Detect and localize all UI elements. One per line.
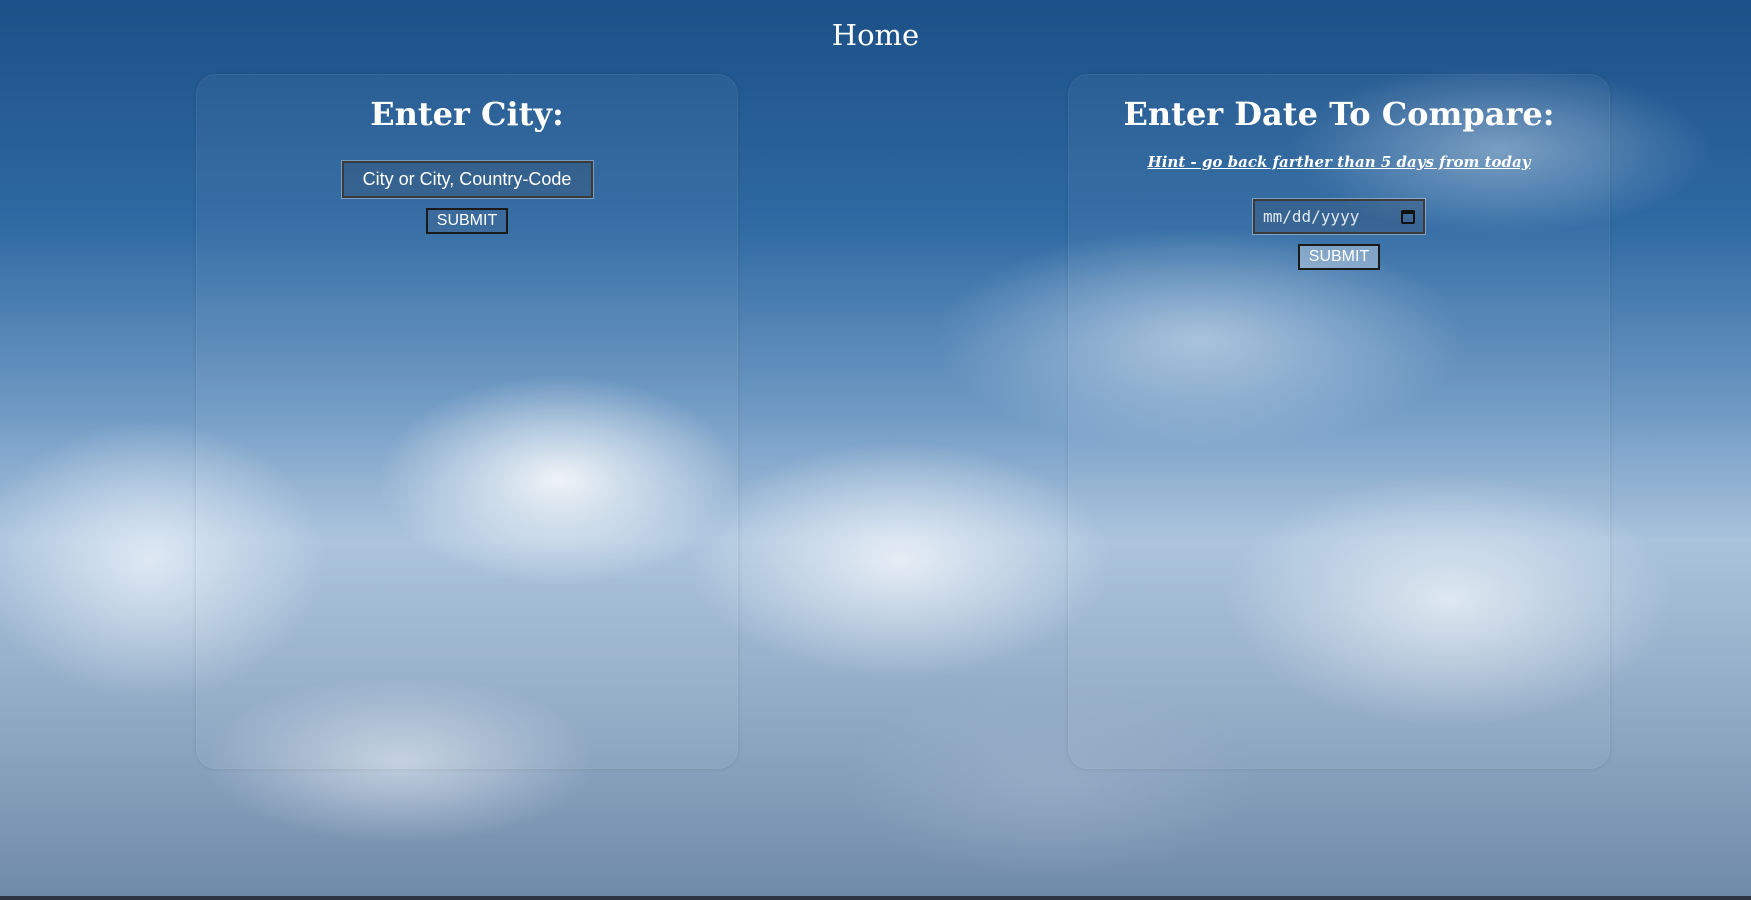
city-panel: Enter City: SUBMIT: [196, 74, 738, 769]
city-input[interactable]: [340, 160, 594, 199]
date-panel: Enter Date To Compare: Hint - go back fa…: [1068, 74, 1610, 769]
bottom-bar: [0, 896, 1751, 900]
city-submit-button[interactable]: SUBMIT: [425, 208, 509, 234]
date-input[interactable]: mm/dd/yyyy: [1252, 198, 1426, 235]
city-panel-heading: Enter City:: [370, 95, 564, 133]
date-submit-button[interactable]: SUBMIT: [1297, 244, 1381, 270]
home-link[interactable]: Home: [832, 18, 919, 52]
nav-home: Home: [0, 18, 1751, 52]
date-hint: Hint - go back farther than 5 days from …: [1147, 153, 1531, 171]
date-panel-heading: Enter Date To Compare:: [1123, 95, 1555, 133]
date-placeholder: mm/dd/yyyy: [1263, 207, 1360, 226]
calendar-icon[interactable]: [1401, 209, 1415, 224]
